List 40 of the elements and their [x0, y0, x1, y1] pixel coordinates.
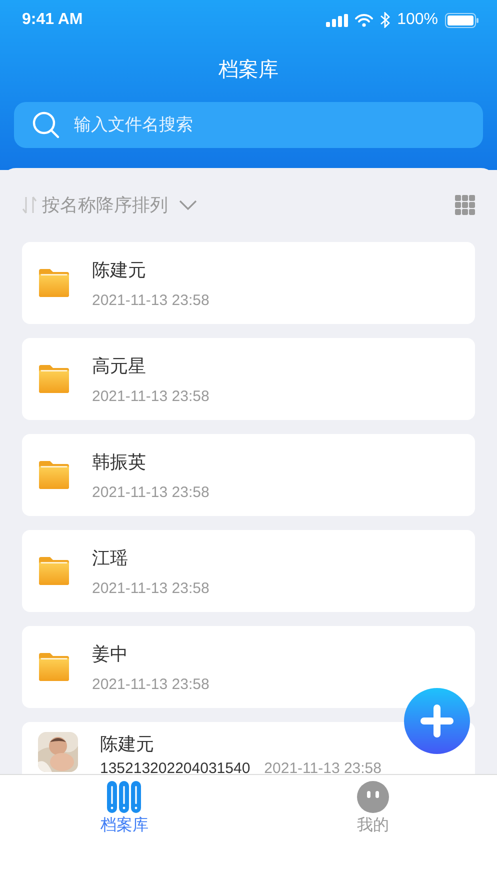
folder-card[interactable]: 陈建元 2021-11-13 23:58: [22, 242, 475, 324]
search-bar[interactable]: 输入文件名搜索: [14, 102, 483, 148]
item-date: 2021-11-13 23:58: [264, 760, 382, 774]
profile-icon: [356, 781, 389, 813]
item-name: 江瑶: [92, 546, 129, 570]
folder-card[interactable]: 韩振英 2021-11-13 23:58: [22, 434, 475, 516]
folder-icon: [38, 460, 70, 490]
folder-card[interactable]: 姜中 2021-11-13 23:58: [22, 626, 475, 708]
folder-card[interactable]: 江瑶 2021-11-13 23:58: [22, 530, 475, 612]
sort-icon: [22, 196, 38, 214]
item-date: 2021-11-13 23:58: [92, 388, 210, 404]
battery-percent: 100%: [397, 11, 438, 29]
folder-icon: [38, 364, 70, 394]
item-name: 姜中: [92, 642, 129, 666]
tab[interactable]: 档案库: [0, 781, 248, 836]
chevron-down-icon: [178, 199, 198, 211]
archive-icon: [107, 781, 142, 813]
item-date: 2021-11-13 23:58: [92, 292, 210, 308]
battery-icon: [445, 12, 479, 28]
page-title: 档案库: [218, 56, 278, 83]
status-time: 9:41 AM: [22, 11, 83, 29]
item-name: 韩振英: [92, 450, 147, 474]
file-card[interactable]: 陈建元 135213202204031540 2021-11-13 23:58: [22, 722, 475, 774]
plus-icon: [420, 704, 454, 738]
item-name: 陈建元: [100, 733, 155, 756]
item-date: 2021-11-13 23:58: [92, 676, 210, 692]
folder-icon: [38, 652, 70, 682]
folder-icon: [38, 268, 70, 298]
item-code: 135213202204031540: [100, 760, 250, 774]
item-date: 2021-11-13 23:58: [92, 484, 210, 500]
search-field[interactable]: 输入文件名搜索: [72, 114, 465, 136]
folder-icon: [38, 556, 70, 586]
item-date: 2021-11-13 23:58: [92, 580, 210, 596]
item-name: 陈建元: [92, 258, 147, 282]
folder-card[interactable]: 高元星 2021-11-13 23:58: [22, 338, 475, 420]
bluetooth-icon: [380, 12, 390, 28]
item-name: 高元星: [92, 354, 147, 378]
wifi-icon: [355, 14, 374, 26]
signal-icon: [326, 14, 348, 26]
search-icon: [32, 111, 60, 139]
